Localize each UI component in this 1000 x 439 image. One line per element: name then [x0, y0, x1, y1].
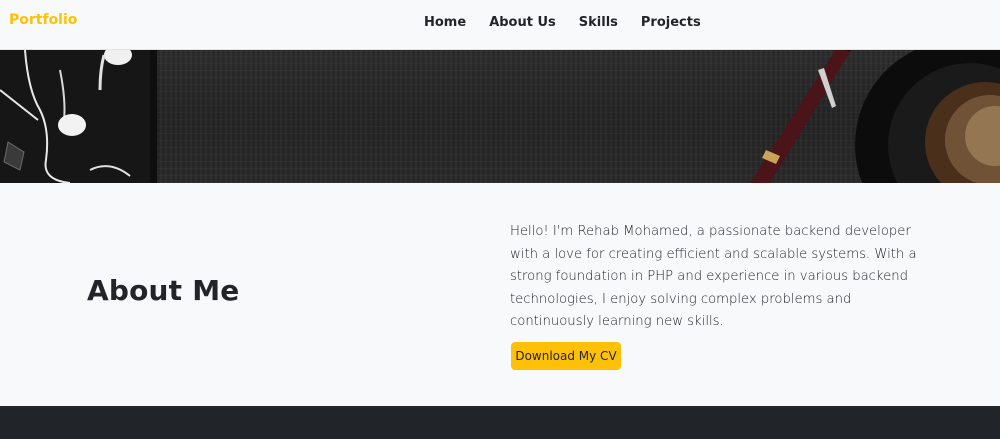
nav-link-home[interactable]: Home — [424, 16, 466, 30]
nav-links: Home About Us Skills Projects — [424, 16, 724, 30]
brand-link[interactable]: Portfolio — [9, 12, 77, 28]
coffee-cup-shape — [855, 50, 1000, 183]
nav-link-skills[interactable]: Skills — [579, 16, 618, 30]
earbud-shape — [58, 114, 86, 136]
footer — [0, 406, 1000, 439]
about-description: Hello! I'm Rehab Mohamed, a passionate b… — [510, 224, 917, 329]
hero-banner-image — [0, 50, 1000, 183]
pen-shape — [750, 50, 852, 183]
nav-link-projects[interactable]: Projects — [641, 16, 701, 30]
download-cv-button[interactable]: Download My CV — [511, 342, 621, 370]
navbar: Portfolio Home About Us Skills Projects — [0, 0, 1000, 50]
nav-link-about-us[interactable]: About Us — [489, 16, 556, 30]
about-title: About Me — [87, 274, 240, 307]
